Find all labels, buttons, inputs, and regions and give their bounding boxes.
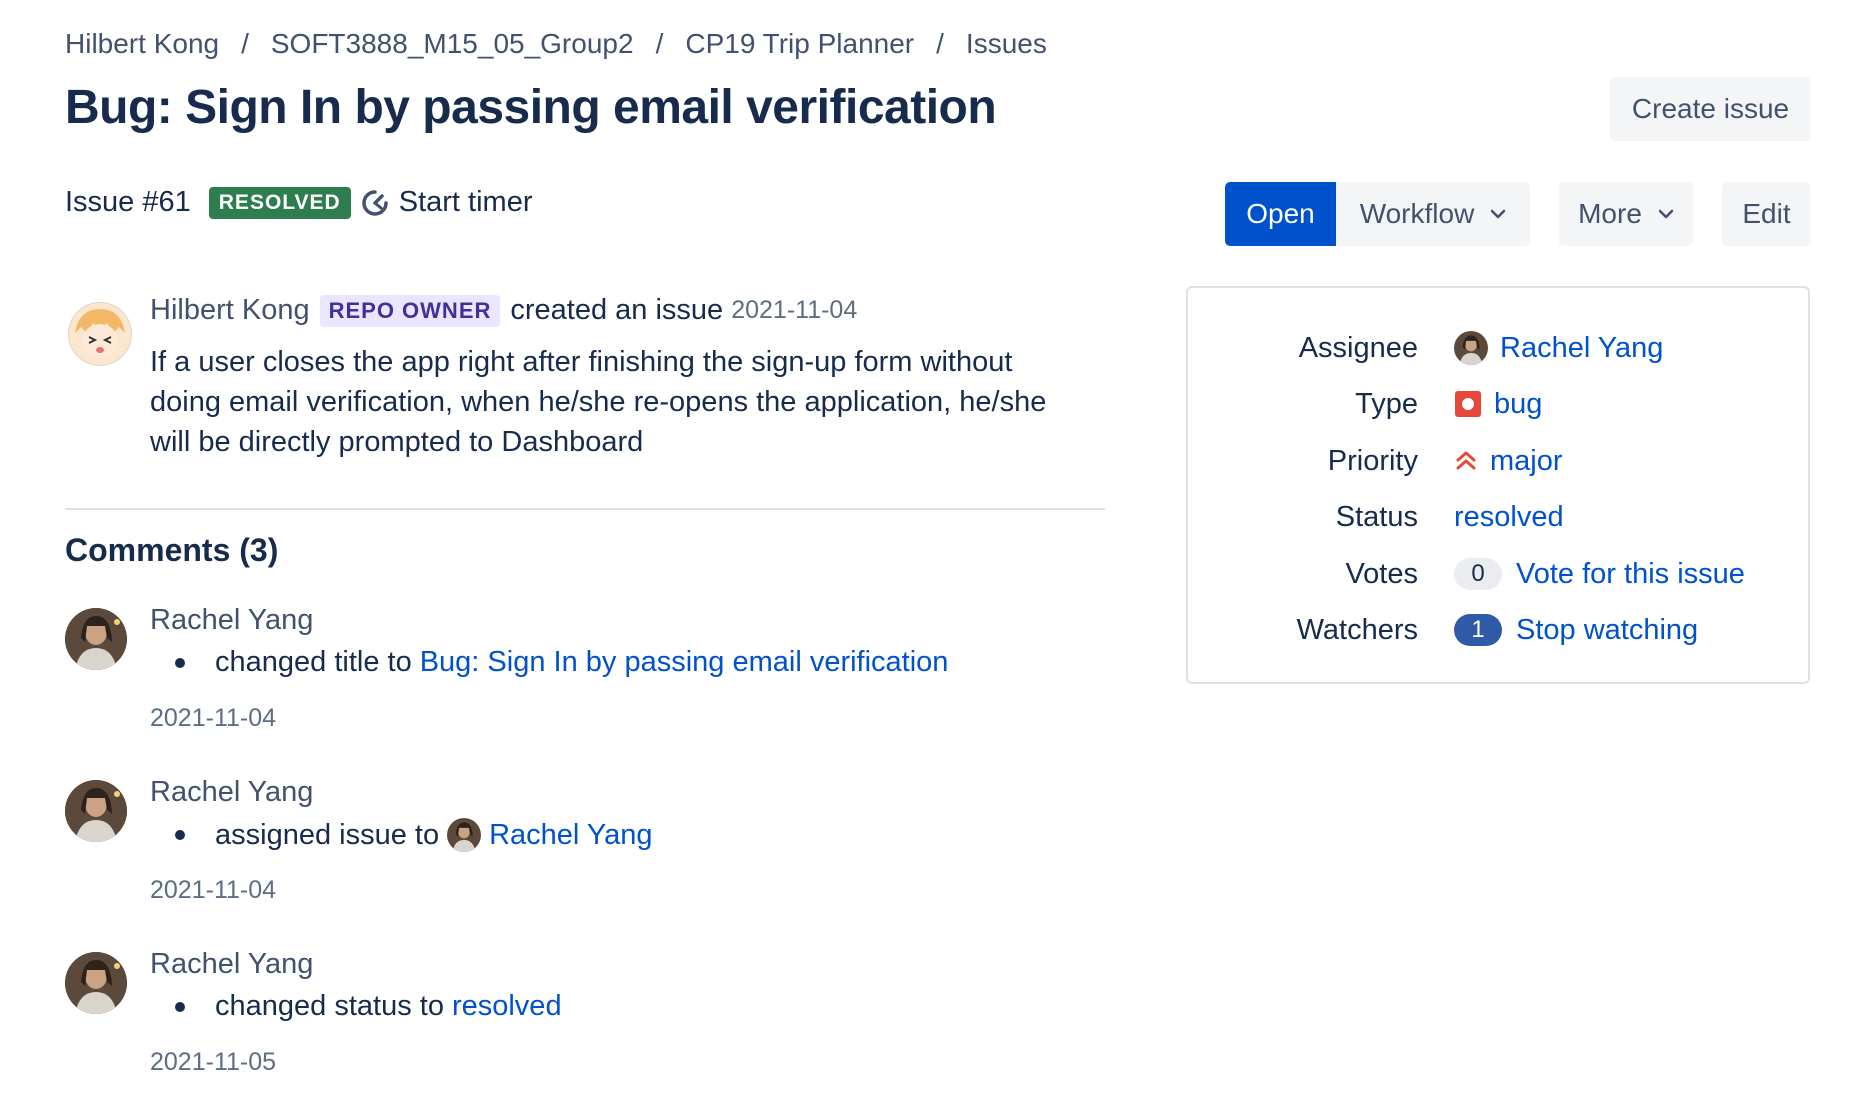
- avatar[interactable]: [65, 952, 127, 1014]
- avatar[interactable]: [65, 780, 127, 842]
- breadcrumb-item-user[interactable]: Hilbert Kong: [65, 28, 219, 60]
- watchers-row: Watchers 1 Stop watching: [1188, 610, 1808, 650]
- type-label: Type: [1355, 387, 1418, 420]
- votes-row: Votes 0 Vote for this issue: [1188, 554, 1808, 594]
- assignee-link[interactable]: Rachel Yang: [1500, 332, 1663, 365]
- comment-change: changed status to resolved: [175, 990, 562, 1023]
- avatar[interactable]: [1454, 331, 1488, 365]
- chevron-down-icon: [1490, 209, 1506, 219]
- votes-count-badge: 0: [1454, 558, 1502, 590]
- page-title: Bug: Sign In by passing email verificati…: [65, 81, 997, 134]
- workflow-label: Workflow: [1359, 198, 1475, 229]
- bullet: [175, 657, 185, 668]
- workflow-dropdown[interactable]: Workflow: [1336, 182, 1530, 246]
- more-dropdown[interactable]: More: [1559, 182, 1693, 246]
- comment-item: Rachel Yang assigned issue to Rachel Yan…: [65, 776, 1115, 946]
- breadcrumb-separator: /: [241, 28, 249, 59]
- comments-heading: Comments (3): [65, 532, 279, 568]
- vote-link[interactable]: Vote for this issue: [1516, 558, 1745, 591]
- assignee-value: Rachel Yang: [1454, 331, 1663, 365]
- change-description: assigned issue to: [215, 818, 440, 851]
- creator-name[interactable]: Hilbert Kong: [150, 294, 310, 327]
- comment-change: changed title to Bug: Sign In by passing…: [175, 646, 948, 679]
- type-link[interactable]: bug: [1494, 388, 1542, 421]
- divider: [65, 508, 1105, 510]
- change-description: changed status to: [215, 990, 444, 1022]
- status-badge: RESOLVED: [208, 186, 351, 219]
- watchers-label: Watchers: [1296, 613, 1418, 646]
- priority-major-icon: [1454, 449, 1478, 473]
- status-label: Status: [1335, 500, 1418, 533]
- assignee-label: Assignee: [1298, 331, 1418, 364]
- comment-date: 2021-11-04: [150, 704, 277, 732]
- change-description: changed title to: [215, 646, 412, 678]
- comment-item: Rachel Yang changed title to Bug: Sign I…: [65, 604, 1115, 774]
- status-link[interactable]: resolved: [452, 990, 562, 1023]
- type-value: bug: [1454, 388, 1542, 421]
- create-issue-button[interactable]: Create issue: [1610, 77, 1811, 141]
- breadcrumb: Hilbert Kong / SOFT3888_M15_05_Group2 / …: [65, 28, 1047, 60]
- avatar[interactable]: [65, 608, 127, 670]
- changed-title-link[interactable]: Bug: Sign In by passing email verificati…: [420, 646, 949, 679]
- issue-description: If a user closes the app right after fin…: [150, 346, 1047, 458]
- issue-attributes-panel: Assignee Rachel Yang Type bug Priority m…: [1186, 286, 1810, 684]
- watchers-count-badge: 1: [1454, 614, 1502, 646]
- votes-value: 0 Vote for this issue: [1454, 558, 1745, 591]
- comment-date: 2021-11-04: [150, 876, 277, 904]
- comment-change: assigned issue to Rachel Yang: [175, 818, 652, 852]
- start-timer-label: Start timer: [398, 186, 533, 218]
- role-badge: REPO OWNER: [319, 294, 501, 327]
- more-label: More: [1578, 198, 1642, 229]
- issue-meta: Issue #61 RESOLVED Start timer: [65, 186, 532, 219]
- watchers-value: 1 Stop watching: [1454, 614, 1698, 647]
- comment-item: Rachel Yang changed status to resolved 2…: [65, 948, 1115, 1118]
- comment-author[interactable]: Rachel Yang: [150, 948, 313, 981]
- breadcrumb-item-issues[interactable]: Issues: [966, 28, 1047, 60]
- comment-author[interactable]: Rachel Yang: [150, 604, 313, 637]
- created-date: 2021-11-04: [731, 296, 858, 324]
- bullet: [175, 1001, 185, 1012]
- status-row: Status resolved: [1188, 497, 1808, 537]
- avatar[interactable]: [68, 302, 132, 366]
- priority-value: major: [1454, 445, 1563, 478]
- breadcrumb-separator: /: [936, 28, 944, 59]
- start-timer-button[interactable]: Start timer: [361, 186, 533, 219]
- comment-date: 2021-11-05: [150, 1048, 277, 1076]
- stop-watching-link[interactable]: Stop watching: [1516, 614, 1698, 647]
- open-status-button[interactable]: Open: [1225, 182, 1336, 246]
- bullet: [175, 830, 185, 840]
- created-text: created an issue: [510, 294, 724, 326]
- issue-number: Issue #61: [65, 186, 191, 218]
- priority-row: Priority major: [1188, 441, 1808, 481]
- comment-author[interactable]: Rachel Yang: [150, 776, 313, 809]
- type-row: Type bug: [1188, 384, 1808, 424]
- assignee-row: Assignee Rachel Yang: [1188, 328, 1808, 368]
- priority-label: Priority: [1327, 444, 1418, 477]
- breadcrumb-separator: /: [655, 28, 664, 59]
- bug-icon: [1454, 390, 1482, 418]
- chevron-down-icon: [1658, 209, 1674, 219]
- status-link[interactable]: resolved: [1454, 501, 1564, 534]
- breadcrumb-item-repository[interactable]: CP19 Trip Planner: [685, 28, 914, 60]
- timer-icon: [362, 189, 388, 216]
- votes-label: Votes: [1345, 557, 1418, 590]
- issue-creator-line: Hilbert Kong REPO OWNER created an issue…: [150, 294, 857, 327]
- priority-link[interactable]: major: [1490, 445, 1563, 478]
- edit-button[interactable]: Edit: [1722, 182, 1811, 246]
- avatar[interactable]: [447, 818, 482, 852]
- assignee-link[interactable]: Rachel Yang: [489, 819, 652, 852]
- status-value: resolved: [1454, 501, 1564, 534]
- breadcrumb-item-workspace[interactable]: SOFT3888_M15_05_Group2: [271, 28, 634, 60]
